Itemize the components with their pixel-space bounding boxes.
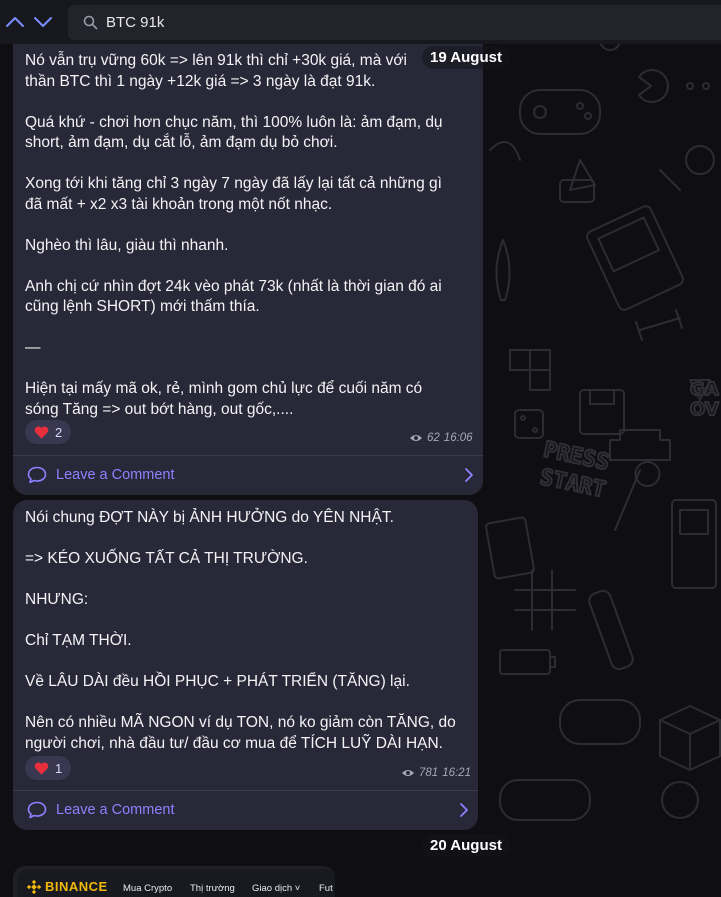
search-box[interactable] xyxy=(68,5,721,40)
message-line: thần BTC thì 1 ngày +12k giá => 3 ngày l… xyxy=(25,72,376,90)
binance-logo-icon xyxy=(27,879,41,894)
search-icon xyxy=(83,15,98,30)
message-line: Quá khứ - chơi hơn chục năm, thì 100% lu… xyxy=(25,113,443,131)
eye-icon xyxy=(410,435,422,441)
message-meta: 62 16:06 xyxy=(409,432,473,444)
message-meta: 781 16:21 xyxy=(401,767,471,779)
svg-text:GA: GA xyxy=(690,379,719,400)
message-line: sóng Tăng => out bớt hàng, out gốc,.... xyxy=(25,400,294,418)
message-text: Nó vẫn trụ vững 60k => lên 91k thì chỉ +… xyxy=(25,51,443,420)
chevron-down-icon xyxy=(34,17,52,27)
view-count: 62 xyxy=(427,432,440,444)
chevron-right-icon xyxy=(465,468,473,482)
date-separator: 20 August xyxy=(422,834,510,857)
message-text: Nói chung ĐỢT NÀY bị ẢNH HƯỞNG do YÊN NH… xyxy=(25,508,456,754)
message-line: Về LÂU DÀI đều HỒI PHỤC + PHÁT TRIỂN (TĂ… xyxy=(25,673,410,690)
leave-comment-button[interactable]: Leave a Comment xyxy=(13,456,483,494)
search-toolbar xyxy=(0,0,721,44)
reaction-count: 2 xyxy=(55,424,63,440)
message-line: Anh chị cứ nhìn đợt 24k vèo phát 73k (nh… xyxy=(25,277,442,295)
message-line: người chơi, nhà đầu tư/ đầu cơ mua để TÍ… xyxy=(25,734,443,752)
heart-icon xyxy=(34,762,49,774)
search-previous-button[interactable] xyxy=(4,11,26,33)
message-bubble: Nó vẫn trụ vững 60k => lên 91k thì chỉ +… xyxy=(13,30,483,495)
view-count: 781 xyxy=(419,767,439,779)
chevron-right-icon xyxy=(460,803,468,817)
binance-nav-item: Giao dịch ˅ xyxy=(252,883,301,894)
message-line: — xyxy=(25,339,41,356)
leave-comment-label: Leave a Comment xyxy=(56,802,175,818)
message-line: Chỉ TẠM THỜI. xyxy=(25,632,132,649)
search-next-button[interactable] xyxy=(32,11,54,33)
next-message-image[interactable]: BINANCE Mua Crypto Thị trường Giao dịch … xyxy=(13,866,335,897)
message-line: đã mất + x2 x3 tài khoản trong một nốt n… xyxy=(25,195,333,213)
leave-comment-button[interactable]: Leave a Comment xyxy=(13,791,478,829)
comment-icon xyxy=(27,801,47,819)
reaction-count: 1 xyxy=(55,760,63,776)
message-line: => KÉO XUỐNG TẤT CẢ THỊ TRƯỜNG. xyxy=(25,550,308,567)
chevron-up-icon xyxy=(6,17,24,27)
binance-wordmark: BINANCE xyxy=(45,879,108,894)
message-time: 16:06 xyxy=(443,432,473,444)
svg-text:OV: OV xyxy=(690,399,719,420)
search-input[interactable] xyxy=(106,5,666,40)
message-line: Nên có nhiều MÃ NGON ví dụ TON, nó ko gi… xyxy=(25,714,456,731)
message-line: Nói chung ĐỢT NÀY bị ẢNH HƯỞNG do YÊN NH… xyxy=(25,509,394,526)
message-line: Hiện tại mấy mã ok, rẻ, mình gom chủ lực… xyxy=(25,380,423,397)
binance-nav-item: Thị trường xyxy=(190,883,235,894)
date-separator: 19 August xyxy=(422,46,510,69)
binance-nav-item: Fut xyxy=(319,883,333,894)
eye-icon xyxy=(402,770,414,776)
message-line: cũng lệnh SHORT) mới thấm thía. xyxy=(25,298,260,315)
message-time: 16:21 xyxy=(442,767,471,779)
binance-screenshot: BINANCE Mua Crypto Thị trường Giao dịch … xyxy=(17,869,335,897)
leave-comment-label: Leave a Comment xyxy=(56,467,175,483)
message-line: Xong tới khi tăng chỉ 3 ngày 7 ngày đã l… xyxy=(25,175,442,192)
message-line: short, ảm đạm, dụ cắt lỗ, ảm đạm dụ bỏ c… xyxy=(25,134,338,151)
reaction-chip[interactable]: 2 xyxy=(25,420,72,444)
message-line: Nghèo thì lâu, giàu thì nhanh. xyxy=(25,236,229,254)
binance-logo: BINANCE xyxy=(27,879,108,894)
reaction-chip[interactable]: 1 xyxy=(25,756,72,780)
comment-icon xyxy=(27,466,47,484)
message-bubble: Nói chung ĐỢT NÀY bị ẢNH HƯỞNG do YÊN NH… xyxy=(13,500,478,830)
message-line: NHƯNG: xyxy=(25,591,89,608)
binance-nav-item: Mua Crypto xyxy=(123,883,173,894)
message-line: Nó vẫn trụ vững 60k => lên 91k thì chỉ +… xyxy=(25,52,407,69)
heart-icon xyxy=(34,426,49,438)
